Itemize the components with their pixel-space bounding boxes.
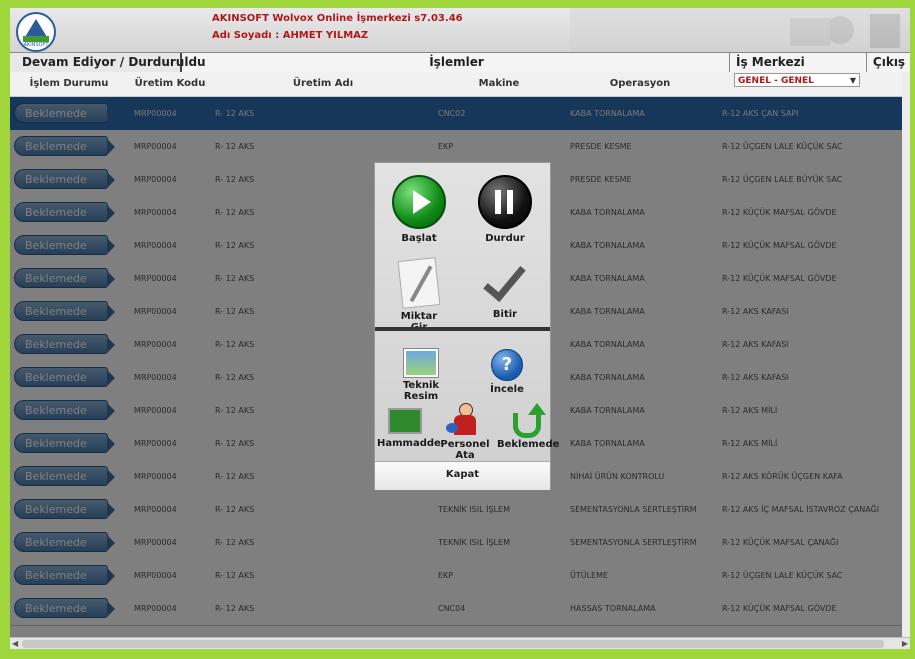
app-header: AKINSOFT AKINSOFT Wolvox Online İşmerkez…	[10, 8, 910, 52]
start-button[interactable]: Başlat	[391, 175, 447, 244]
notepad-pen-icon	[397, 257, 441, 309]
assign-staff-button[interactable]: Personel Ata	[435, 403, 495, 461]
col-operation: Operasyon	[609, 78, 671, 89]
inspect-label: İncele	[490, 384, 524, 395]
dialog-divider	[375, 327, 550, 331]
toolbar: Devam Ediyor / Durduruldu İşlemler İş Me…	[10, 52, 910, 73]
scroll-right-icon[interactable]: ▶	[902, 638, 908, 649]
header-banner-art	[570, 8, 910, 52]
col-machine: Makine	[478, 78, 520, 89]
logo-text: AKINSOFT	[23, 42, 49, 48]
finish-button[interactable]: Bitir	[475, 259, 535, 320]
pause-icon	[478, 175, 532, 229]
technical-drawing-label-1: Teknik	[402, 380, 440, 391]
vertical-scrollbar[interactable]	[902, 72, 910, 637]
play-icon	[392, 175, 446, 229]
raw-material-label: Hammadde	[377, 438, 441, 449]
raw-material-button[interactable]: Hammadde	[377, 408, 441, 449]
stop-label: Durdur	[485, 233, 525, 244]
picture-icon	[403, 348, 439, 378]
assign-staff-label: Personel Ata	[440, 439, 490, 461]
finish-label: Bitir	[492, 309, 518, 320]
col-code: Üretim Kodu	[134, 78, 206, 89]
work-center-value: GENEL - GENEL	[738, 76, 814, 86]
material-board-icon	[388, 408, 422, 434]
enter-quantity-button[interactable]: Miktar Gir	[391, 257, 447, 333]
operations-title: İşlemler	[184, 53, 730, 72]
col-name: Üretim Adı	[292, 78, 354, 89]
exit-button[interactable]: Çıkış	[868, 53, 910, 72]
akinsoft-logo: AKINSOFT	[16, 12, 56, 52]
stop-button[interactable]: Durdur	[475, 175, 535, 244]
col-status: İşlem Durumu	[29, 78, 109, 89]
technical-drawing-label-2: Resim	[403, 391, 439, 402]
horizontal-scrollbar[interactable]: ◀ ▶	[10, 637, 910, 649]
status-filter-tab[interactable]: Devam Ediyor / Durduruldu	[10, 53, 206, 72]
question-mark-icon: ?	[491, 349, 523, 381]
user-name: AHMET YILMAZ	[282, 30, 369, 41]
scroll-left-icon[interactable]: ◀	[12, 638, 18, 649]
work-center-label: İş Merkezi	[730, 53, 867, 72]
inspect-button[interactable]: ? İncele	[485, 349, 529, 395]
table-header: İşlem Durumu Üretim Kodu Üretim Adı Maki…	[10, 72, 910, 97]
action-dialog: Başlat Durdur Miktar Gir Bitir Teknik Re…	[374, 162, 560, 490]
scroll-thumb[interactable]	[22, 640, 884, 648]
start-label: Başlat	[401, 233, 437, 244]
user-info: Adı Soyadı : AHMET YILMAZ	[212, 30, 368, 41]
dropdown-arrow-icon: ▼	[849, 76, 856, 85]
work-center-select[interactable]: GENEL - GENEL ▼	[734, 73, 860, 87]
technical-drawing-button[interactable]: Teknik Resim	[401, 348, 441, 402]
app-title: AKINSOFT Wolvox Online İşmerkezi s7.03.4…	[212, 13, 463, 24]
checkmark-icon	[480, 259, 530, 305]
user-label: Adı Soyadı :	[212, 30, 283, 41]
set-waiting-label: Beklemede	[497, 439, 560, 450]
u-turn-arrow-icon	[509, 403, 546, 438]
set-waiting-button[interactable]: Beklemede	[497, 403, 560, 450]
person-assign-icon	[446, 403, 480, 437]
close-dialog-button[interactable]: Kapat	[375, 461, 550, 490]
